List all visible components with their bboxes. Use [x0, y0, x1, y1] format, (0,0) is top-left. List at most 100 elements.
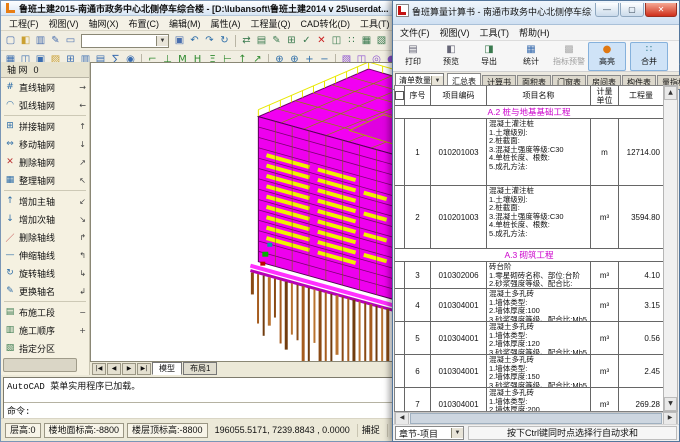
paste-icon[interactable]: ▣ [172, 34, 187, 48]
cell-name: 混凝土多孔砖 1.墙体类型: 2.墙体厚度:150 3.砂浆强度等级、配合比:M… [487, 355, 591, 387]
paint-icon[interactable]: ✎ [269, 34, 284, 48]
main-menu-5[interactable]: 属性(A) [206, 17, 246, 30]
line-axis-icon: # [6, 82, 14, 92]
反查-button[interactable]: ◎反查 [668, 42, 680, 71]
toolbar-button-label: 合并 [641, 57, 657, 66]
main-menu-1[interactable]: 视图(V) [44, 17, 84, 30]
sidebar-item-施工顺序[interactable]: ▥ 施工顺序 + [1, 321, 89, 339]
scroll-down-icon[interactable]: ▼ [664, 397, 677, 411]
cell-sel [395, 186, 405, 248]
next-sheet-icon[interactable]: ▶ [122, 362, 136, 375]
calc-menu-3[interactable]: 帮助(H) [514, 26, 555, 39]
redo-icon[interactable]: ↷ [202, 34, 217, 48]
tab-layout1[interactable]: 布局1 [183, 362, 218, 375]
main-menu-3[interactable]: 布置(C) [124, 17, 165, 30]
checkbox-icon[interactable] [395, 91, 404, 100]
合并-button[interactable]: ∷ 合并 [630, 41, 668, 71]
vertical-scrollbar[interactable]: ▲ ▼ [663, 85, 678, 412]
prev-sheet-icon[interactable]: ◀ [107, 362, 121, 375]
calc-menu-0[interactable]: 文件(F) [395, 26, 435, 39]
sidebar-item-伸缩轴线[interactable]: — 伸缩轴线 ↰ [1, 246, 89, 264]
table-row[interactable]: 5 010304001 混凝土多孔砖 1.墙体类型: 2.墙体厚度:120 3.砂浆… [395, 322, 663, 355]
main-menu-8[interactable]: 工具(T) [355, 17, 395, 30]
orbit-icon[interactable]: ↻ [217, 34, 232, 48]
style-combo[interactable]: ▼ [81, 33, 169, 48]
sidebar-item-旋转轴线[interactable]: ↻ 旋转轴线 ↳ [1, 264, 89, 282]
new-icon[interactable]: ▢ [3, 34, 18, 48]
table-row[interactable]: 7010304001混凝土多孔砖 1.墙体类型: 2.墙体厚度:200 3.砂浆… [395, 388, 663, 411]
save-icon[interactable]: ▥ [33, 34, 48, 48]
quantity-table: 序号 项目编码 项目名称 计量 单位 工程量 A.2 桩与地基基础工程 1 0102… [394, 85, 678, 412]
last-sheet-icon[interactable]: ▶| [137, 362, 151, 375]
node-icon[interactable]: ∷ [344, 34, 359, 48]
table-row[interactable]: 6 010304001 混凝土多孔砖 1.墙体类型: 2.墙体厚度:150 3.砂浆… [395, 355, 663, 388]
main-menu-4[interactable]: 编辑(M) [164, 17, 206, 30]
sidebar-item-删除轴线[interactable]: ／ 删除轴线 ↱ [1, 228, 89, 246]
table-row[interactable]: 2 010201003 混凝土灌注桩 1.土壤级别: 2.桩截面: 3.混凝土强度等… [395, 186, 663, 249]
sidebar-item-直线轴网[interactable]: # 直线轴网 → [1, 78, 89, 96]
sidebar-item-增加次轴[interactable]: ↓ 增加次轴 ↘ [1, 210, 89, 228]
指标预警-button[interactable]: ▩ 指标预警 [550, 42, 588, 71]
maximize-button[interactable]: ▢ [620, 3, 644, 17]
sidebar-item-弧线轴网[interactable]: ◠ 弧线轴网 ← [1, 96, 89, 114]
comment-icon[interactable]: ▭ [63, 34, 78, 48]
calc-menu-1[interactable]: 视图(V) [435, 26, 475, 39]
check-icon[interactable]: ✓ [299, 34, 314, 48]
cell-code: 010201003 [431, 186, 487, 248]
undo-icon[interactable]: ↶ [187, 34, 202, 48]
edit-icon[interactable]: ✎ [48, 34, 63, 48]
sidebar-item-整理轴网[interactable]: ▦ 整理轴网 ↖ [1, 171, 89, 189]
minimize-button[interactable]: — [595, 3, 619, 17]
copy-icon[interactable]: ◫ [329, 34, 344, 48]
统计-button[interactable]: ▦ 统计 [512, 42, 550, 71]
scroll-up-icon[interactable]: ▲ [664, 86, 677, 100]
sidebar-separator [4, 115, 86, 116]
toggle-捕捉[interactable]: 捕捉 [356, 423, 384, 437]
sidebar-item-label: 弧线轴网 [19, 100, 56, 111]
打印-button[interactable]: ▤ 打印 [394, 42, 432, 71]
block-icon[interactable]: ▧ [374, 34, 389, 48]
axis-panel-header[interactable]: 轴 网 0 [1, 62, 89, 78]
预览-button[interactable]: ◧ 预览 [432, 42, 470, 71]
main-menu-7[interactable]: CAD转化(D) [296, 17, 356, 30]
delete-x-icon[interactable]: ✕ [314, 34, 329, 48]
sidebar-item-label: 指定分区 [19, 343, 56, 354]
open-icon[interactable]: ◧ [18, 34, 33, 48]
convert-icon[interactable]: ⇄ [239, 34, 254, 48]
sidebar-item-指定分区[interactable]: ▧ 指定分区 [1, 339, 89, 357]
scrollbar-thumb[interactable] [410, 413, 662, 424]
main-menu-2[interactable]: 轴网(X) [84, 17, 124, 30]
main-menu-6[interactable]: 工程量(Q) [246, 17, 296, 30]
wall-icon[interactable]: ▤ [254, 34, 269, 48]
table-row[interactable]: 1 010201003 混凝土灌注桩 1.土壤级别: 2.桩截面: 3.混凝土强度等… [395, 119, 663, 186]
close-button[interactable]: ✕ [645, 3, 677, 17]
stretch-axisline-icon: — [5, 250, 15, 260]
高亮-button[interactable]: ● 高亮 [588, 41, 626, 71]
first-sheet-icon[interactable]: |◀ [92, 362, 106, 375]
table-row[interactable]: 3 010302006 砖台阶 1.零星砌砖名称、部位:台阶 2.砂浆强度等级、配合… [395, 262, 663, 289]
arc-axis-icon: ◠ [6, 100, 14, 110]
sidebar-item-label: 直线轴网 [19, 82, 56, 93]
sidebar-item-arrow-icon: ↓ [79, 139, 86, 149]
group-icon[interactable]: ▦ [359, 34, 374, 48]
sidebar-collapsed-button[interactable] [3, 358, 77, 372]
sidebar-item-更换轴名[interactable]: ✎ 更换轴名 ↲ [1, 282, 89, 300]
sidebar-item-增加主轴[interactable]: ↑ 增加主轴 ↙ [1, 192, 89, 210]
group-mode-combo[interactable]: 章节-项目 ▼ [395, 426, 464, 440]
main-menu-0[interactable]: 工程(F) [4, 17, 44, 30]
sequence-tool-icon: ▥ [5, 325, 15, 335]
calc-menu-2[interactable]: 工具(T) [475, 26, 515, 39]
calc-titlebar[interactable]: 鲁班算量计算书 - 南通市政务中心北侧停车综合... — ▢ ✕ [393, 1, 679, 25]
tab-model[interactable]: 模型 [152, 362, 182, 375]
导出-button[interactable]: ◨ 导出 [470, 42, 508, 71]
select-all-header[interactable] [395, 86, 405, 106]
grid-add-icon[interactable]: ⊞ [284, 34, 299, 48]
cell-unit: m [591, 119, 619, 185]
sidebar-item-删除轴网[interactable]: ✕ 删除轴网 ↗ [1, 153, 89, 171]
main-window-title: 鲁班土建2015-南通市政务中心北侧停车综合楼 - [D:\lubansoft\… [19, 3, 389, 14]
sidebar-item-arrow-icon: − [79, 307, 86, 317]
sidebar-item-拼接轴网[interactable]: ⊞ 拼接轴网 ↑ [1, 117, 89, 135]
sidebar-item-移动轴网[interactable]: ⇔ 移动轴网 ↓ [1, 135, 89, 153]
sidebar-item-布施工段[interactable]: ▤ 布施工段 − [1, 303, 89, 321]
table-row[interactable]: 4 010304001 混凝土多孔砖 1.墙体类型: 2.墙体厚度:100 3.砂浆… [395, 289, 663, 322]
